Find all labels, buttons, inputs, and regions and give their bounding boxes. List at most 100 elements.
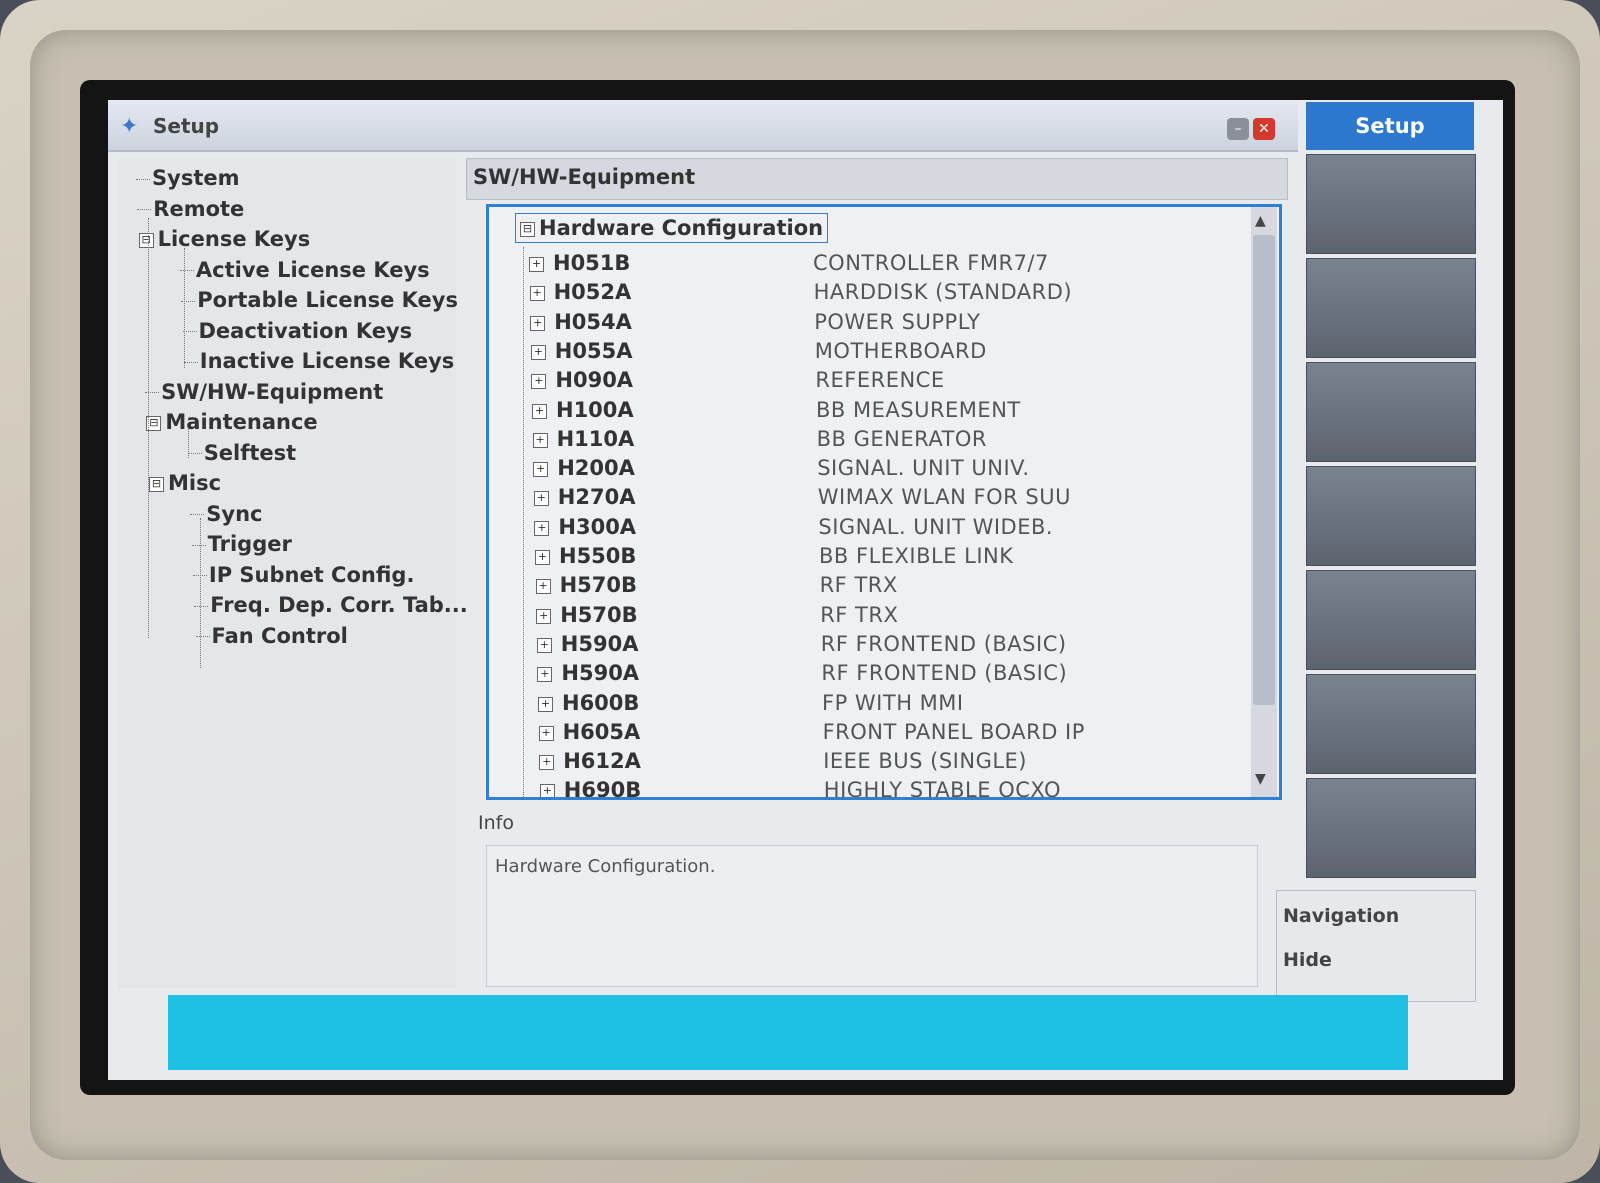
scrollbar[interactable]: ▲ ▼ [1251, 207, 1277, 797]
expand-icon[interactable]: + [536, 608, 552, 624]
sidebar-item-deactivation-keys[interactable]: Deactivation Keys [182, 319, 412, 343]
hardware-row[interactable]: + H690B HIGHLY STABLE OCXO [500, 776, 1240, 800]
hardware-row[interactable]: + H051B CONTROLLER FMR7/7 [489, 249, 1229, 278]
expand-icon[interactable]: + [537, 667, 553, 683]
tree-connector [184, 248, 185, 368]
sidebar-item-label: IP Subnet Config. [208, 562, 415, 587]
hardware-code: H690B [563, 778, 642, 800]
expand-icon[interactable]: + [538, 696, 553, 712]
softkey-4[interactable] [1306, 466, 1476, 566]
sidebar-item-label: Inactive License Keys [199, 349, 455, 373]
softkey-2[interactable] [1306, 258, 1476, 358]
hardware-row[interactable]: + H605A FRONT PANEL BOARD IP [499, 718, 1239, 747]
expand-icon[interactable]: + [539, 755, 555, 771]
hardware-description: IEEE BUS (SINGLE) [823, 749, 1028, 774]
tree-connector [188, 428, 189, 458]
hardware-row[interactable]: + H612A IEEE BUS (SINGLE) [499, 747, 1239, 776]
sidebar-item-trigger[interactable]: Trigger [191, 532, 292, 556]
expand-icon[interactable]: + [536, 637, 552, 653]
sidebar-item-label: Portable License Keys [197, 288, 458, 312]
sidebar-item-maintenance[interactable]: ⊟ Maintenance [146, 410, 318, 434]
hardware-row[interactable]: + H300A SIGNAL. UNIT WIDEB. [494, 513, 1234, 542]
sidebar-item-selftest[interactable]: Selftest [187, 441, 296, 465]
sidebar-item-freq-dep-corr-tab[interactable]: Freq. Dep. Corr. Tab... [194, 593, 468, 617]
hardware-row[interactable]: + H590A RF FRONTEND (BASIC) [497, 630, 1237, 659]
expand-icon[interactable]: + [533, 462, 549, 478]
sidebar-item-portable-license-keys[interactable]: Portable License Keys [181, 288, 458, 312]
sidebar-item-license-keys[interactable]: ⊟ License Keys [138, 227, 310, 251]
expand-icon[interactable]: + [531, 374, 547, 390]
tree-connector [190, 514, 205, 515]
expand-icon[interactable]: + [532, 432, 548, 448]
collapse-icon[interactable]: ⊟ [520, 221, 535, 237]
scroll-up-arrow-icon[interactable]: ▲ [1255, 213, 1266, 229]
hardware-row[interactable]: + H090A REFERENCE [491, 366, 1231, 395]
collapse-icon[interactable]: ⊟ [138, 232, 154, 248]
close-button[interactable]: ✕ [1253, 118, 1275, 140]
expand-icon[interactable]: + [535, 550, 550, 565]
sidebar-item-misc[interactable]: ⊟ Misc [149, 471, 221, 495]
hardware-row[interactable]: + H200A SIGNAL. UNIT UNIV. [493, 454, 1233, 483]
expand-icon[interactable]: + [529, 257, 544, 272]
sidebar-item-ip-subnet-config[interactable]: IP Subnet Config. [192, 562, 415, 587]
hardware-row[interactable]: + H550B BB FLEXIBLE LINK [495, 542, 1235, 571]
expand-icon[interactable]: + [530, 315, 546, 331]
sidebar-item-sw-hw-equipment[interactable]: SW/HW-Equipment [145, 380, 383, 404]
sidebar-item-inactive-license-keys[interactable]: Inactive License Keys [183, 349, 455, 373]
expand-icon[interactable]: + [532, 403, 547, 419]
softkey-7[interactable] [1306, 778, 1476, 878]
hardware-row[interactable]: + H270A WIMAX WLAN FOR SUU [494, 483, 1234, 512]
scroll-down-arrow-icon[interactable]: ▼ [1255, 771, 1266, 787]
expand-icon[interactable]: + [530, 344, 546, 360]
sidebar-item-fan-control[interactable]: Fan Control [195, 623, 348, 648]
softkey-setup-title[interactable]: Setup [1306, 102, 1474, 150]
hardware-configuration-node[interactable]: ⊟ Hardware Configuration [515, 213, 829, 243]
collapse-icon[interactable]: ⊟ [149, 476, 164, 492]
expand-icon[interactable]: + [529, 286, 545, 302]
hardware-code: H612A [563, 749, 641, 774]
softkey-5[interactable] [1306, 570, 1476, 670]
tree-connector [148, 218, 149, 638]
sidebar-item-active-license-keys[interactable]: Active License Keys [179, 257, 430, 282]
expand-icon[interactable]: + [535, 579, 551, 595]
hardware-row[interactable]: + H590A RF FRONTEND (BASIC) [497, 659, 1237, 688]
tree-connector [137, 209, 152, 210]
sidebar-item-sync[interactable]: Sync [190, 501, 263, 526]
sidebar-item-label: Sync [206, 501, 263, 526]
hardware-row[interactable]: + H600B FP WITH MMI [498, 689, 1238, 718]
hide-button[interactable]: Hide [1283, 949, 1332, 971]
navigation-button[interactable]: Navigation [1283, 905, 1399, 927]
tree-connector [136, 178, 150, 180]
sidebar-item-system[interactable]: System [136, 166, 239, 190]
hardware-row[interactable]: + H110A BB GENERATOR [493, 425, 1233, 454]
hardware-code: H600B [562, 690, 640, 715]
hardware-code: H570B [560, 602, 638, 627]
softkey-1[interactable] [1306, 154, 1476, 254]
hardware-code: H270A [557, 485, 636, 510]
hardware-tree-panel[interactable]: ⊟ Hardware Configuration ▲ ▼ + H051B CONTRO… [486, 204, 1282, 800]
expand-icon[interactable]: + [539, 784, 555, 797]
hardware-row[interactable]: + H570B RF TRX [496, 571, 1236, 600]
softkey-6[interactable] [1306, 674, 1476, 774]
hardware-code: H605A [562, 719, 641, 744]
sidebar-item-label: Fan Control [211, 623, 348, 648]
hardware-description: BB GENERATOR [816, 426, 988, 451]
softkey-3[interactable] [1306, 362, 1476, 462]
scroll-thumb[interactable] [1253, 235, 1275, 705]
hardware-row[interactable]: + H054A POWER SUPPLY [490, 308, 1230, 337]
sidebar-item-remote[interactable]: Remote [137, 197, 244, 221]
hardware-code: H590A [561, 661, 640, 686]
expand-icon[interactable]: + [538, 725, 554, 741]
sidebar-item-label: Active License Keys [195, 257, 430, 282]
hardware-row[interactable]: + H052A HARDDISK (STANDARD) [490, 278, 1230, 307]
hardware-description: BB FLEXIBLE LINK [819, 544, 1014, 568]
hardware-row[interactable]: + H100A BB MEASUREMENT [492, 396, 1232, 425]
hardware-description: HIGHLY STABLE OCXO [823, 778, 1061, 800]
hardware-row[interactable]: + H055A MOTHERBOARD [491, 337, 1231, 366]
minimize-button[interactable]: – [1227, 118, 1249, 140]
hardware-row[interactable]: + H570B RF TRX [496, 601, 1236, 630]
hardware-description: FRONT PANEL BOARD IP [822, 719, 1085, 744]
expand-icon[interactable]: + [534, 520, 550, 536]
expand-icon[interactable]: + [533, 491, 549, 507]
sidebar-item-label: System [152, 166, 240, 190]
